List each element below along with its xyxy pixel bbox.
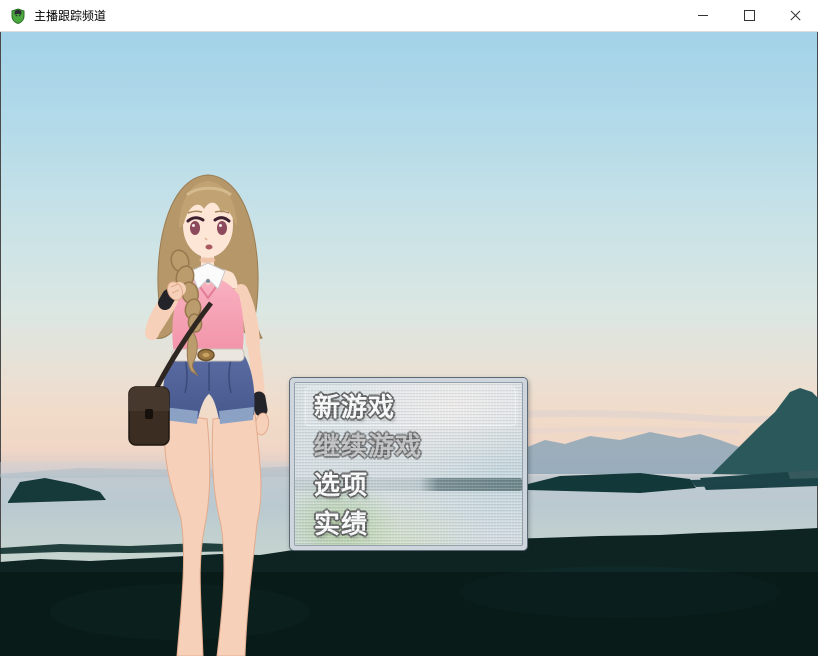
menu-item-new-game[interactable]: 新游戏 (305, 387, 516, 426)
anime-girl-character (128, 174, 270, 656)
shoulder-bag (128, 386, 170, 446)
maximize-square-icon (743, 10, 755, 21)
maximize-button[interactable] (726, 0, 772, 31)
right-wristband (158, 289, 176, 310)
left-wristband (252, 391, 268, 417)
window-titlebar: 主播跟踪频道 (0, 0, 818, 32)
minimize-line-icon (698, 15, 708, 16)
close-button[interactable] (772, 0, 818, 31)
menu-window-frame: 新游戏 继续游戏 选项 实绩 (290, 378, 527, 550)
belt (171, 348, 245, 362)
close-x-icon (789, 9, 802, 22)
mascot-shield-icon (11, 7, 25, 24)
denim-shorts (162, 353, 255, 424)
menu-item-continue[interactable]: 继续游戏 (305, 426, 516, 465)
minimize-button[interactable] (680, 0, 726, 31)
beach-sunset-scene (0, 388, 818, 656)
mouth (205, 244, 213, 250)
menu-item-options[interactable]: 选项 (305, 465, 516, 504)
menu-window-content: 新游戏 继续游戏 选项 实绩 (294, 382, 523, 546)
menu-item-achievements[interactable]: 实绩 (305, 504, 516, 543)
legs (163, 412, 262, 656)
window-title: 主播跟踪频道 (34, 9, 107, 23)
title-menu-window: 新游戏 继续游戏 选项 实绩 (289, 377, 528, 551)
game-viewport: 新游戏 继续游戏 选项 实绩 (0, 32, 818, 656)
menu-command-list: 新游戏 继续游戏 选项 实绩 (295, 383, 522, 545)
